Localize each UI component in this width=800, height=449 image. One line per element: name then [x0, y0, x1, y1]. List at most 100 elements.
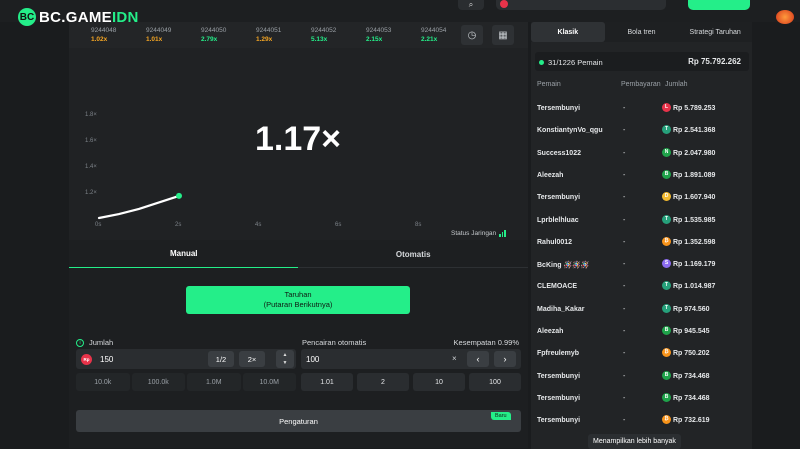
- player-row: Aleezah - B Rp 1.891.089: [531, 164, 752, 186]
- rupiah-icon: Rp: [81, 354, 92, 365]
- player-name: Aleezah: [537, 171, 564, 179]
- player-name: Tersembunyi: [537, 417, 581, 425]
- decrease-button[interactable]: ‹: [467, 351, 489, 367]
- history-item[interactable]: 9244053 2.15x: [344, 26, 399, 44]
- increase-button[interactable]: ›: [494, 351, 516, 367]
- new-badge: Baru: [491, 412, 511, 420]
- players-summary: 31/1226 Pemain Rp 75.792.262: [535, 52, 749, 71]
- player-name: Madiha_Kakar: [537, 305, 585, 313]
- player-row: Tersembunyi - ₿ Rp 732.619: [531, 409, 752, 431]
- y-tick-label: 1.4×: [85, 164, 97, 170]
- auto-cashout-preset-button[interactable]: 10: [413, 373, 465, 391]
- deposit-button[interactable]: [688, 0, 750, 10]
- clear-icon[interactable]: ×: [452, 354, 457, 363]
- history-multiplier: 2.15x: [366, 36, 383, 43]
- curve-end-point: [176, 192, 182, 199]
- x-tick-label: 0s: [95, 222, 101, 228]
- coin-icon: B: [662, 370, 671, 380]
- player-name: CLEMOACE: [537, 283, 578, 291]
- players-table-header: Pemain Pembayaran Jumlah: [531, 81, 752, 91]
- half-button[interactable]: 1/2: [208, 351, 234, 367]
- auto-cashout-preset-button[interactable]: 2: [357, 373, 409, 391]
- amount-input[interactable]: Rp 150 1/2 2× ▲ ▼: [76, 349, 296, 369]
- player-row: KonstiantynVo_qgu - T Rp 2.541.368: [531, 119, 752, 141]
- history-round-id: 9244048: [91, 27, 117, 34]
- x-tick-label: 4s: [255, 222, 261, 228]
- player-name: Lprblelhluac: [537, 216, 579, 224]
- tab-klasik[interactable]: Klasik: [531, 22, 605, 42]
- amount-preset-button[interactable]: 10.0M: [242, 373, 296, 391]
- app-root: ⌕ BC BC.GAMEIDN 9244048 1.02x 9244049 1.01x…: [0, 0, 800, 449]
- crash-chart: 1.8× 1.6× 1.4× 1.2× 0s 2s 4s 6s 8s 1.17×: [69, 48, 528, 240]
- auto-cashout-presets: 1.01 2 10 100: [301, 373, 521, 391]
- chevron-up-icon[interactable]: ▲: [283, 352, 288, 358]
- player-row: Madiha_Kakar - T Rp 974.560: [531, 298, 752, 320]
- players-tabs: Klasik Bola tren Strategi Taruhan: [531, 22, 752, 42]
- player-amount: Rp 734.468: [673, 394, 710, 402]
- clock-icon: ◷: [467, 29, 477, 41]
- amount-value[interactable]: 150: [100, 355, 113, 364]
- auto-cashout-preset-button[interactable]: 100: [469, 373, 521, 391]
- tab-bola-tren[interactable]: Bola tren: [605, 22, 679, 42]
- amount-preset-button[interactable]: 100.0k: [131, 373, 185, 391]
- wallet-balance[interactable]: [496, 0, 666, 10]
- site-logo[interactable]: BC BC.GAMEIDN: [18, 8, 139, 26]
- amount-stepper[interactable]: ▲ ▼: [276, 350, 294, 368]
- player-name: Tersembunyi: [537, 372, 581, 380]
- tab-manual[interactable]: Manual: [69, 240, 299, 268]
- player-amount: Rp 1.535.985: [673, 216, 716, 224]
- network-status-label: Status Jaringan: [451, 230, 497, 237]
- player-amount: Rp 732.619: [673, 417, 710, 425]
- y-tick-label: 1.2×: [85, 190, 97, 196]
- player-amount: Rp 734.468: [673, 372, 710, 380]
- logo-icon: BC: [18, 8, 36, 26]
- bet-button[interactable]: Taruhan (Putaran Berikutnya): [186, 286, 410, 314]
- player-amount: Rp 5.789.253: [673, 105, 716, 112]
- amount-preset-button[interactable]: 1.0M: [187, 373, 241, 391]
- total-bet: Rp 75.792.262: [688, 57, 741, 66]
- amount-preset-button[interactable]: 10.0k: [76, 373, 130, 391]
- history-item[interactable]: 9244049 1.01x: [124, 26, 179, 44]
- tab-auto[interactable]: Otomatis: [299, 240, 529, 268]
- double-button[interactable]: 2×: [239, 351, 265, 367]
- player-amount: Rp 1.352.598: [673, 238, 716, 246]
- players-panel: Klasik Bola tren Strategi Taruhan 31/1226 …: [531, 22, 752, 449]
- player-payout: -: [623, 105, 626, 112]
- history-grid-button[interactable]: ▦: [492, 25, 514, 45]
- history-item[interactable]: 9244052 5.13x: [289, 26, 344, 44]
- avatar[interactable]: [776, 10, 794, 24]
- show-more-button[interactable]: Menampilkan lebih banyak: [588, 434, 681, 449]
- settings-button[interactable]: Pengaturan: [76, 410, 521, 432]
- player-row: Lprblelhluac - T Rp 1.535.985: [531, 209, 752, 231]
- y-tick-label: 1.6×: [85, 138, 97, 144]
- auto-cashout-preset-button[interactable]: 1.01: [301, 373, 353, 391]
- history-item[interactable]: 9244048 1.02x: [69, 26, 124, 44]
- player-row: Aleezah - B Rp 945.545: [531, 320, 752, 342]
- player-amount: Rp 945.545: [673, 328, 710, 335]
- search-button[interactable]: ⌕: [458, 0, 484, 10]
- history-round-id: 9244051: [256, 27, 282, 34]
- logo-text: BC.GAMEIDN: [39, 9, 139, 26]
- player-payout: -: [623, 283, 626, 291]
- history-item[interactable]: 9244050 2.79x: [179, 26, 234, 44]
- history-round-id: 9244049: [146, 27, 172, 34]
- x-tick-label: 2s: [175, 222, 181, 228]
- x-tick-label: 8s: [415, 222, 421, 228]
- info-icon[interactable]: i: [76, 338, 84, 347]
- history-item[interactable]: 9244051 1.29x: [234, 26, 289, 44]
- player-name: KonstiantynVo_qgu: [537, 127, 603, 135]
- auto-cashout-input[interactable]: 100 × ‹ ›: [301, 349, 521, 369]
- win-chance-label: Kesempatan 0.99%: [453, 338, 519, 347]
- chevron-down-icon[interactable]: ▼: [283, 360, 288, 366]
- coin-icon: L: [662, 103, 671, 112]
- history-item[interactable]: 9244054 2.21x: [399, 26, 454, 44]
- player-row: Rahul0012 - ₿ Rp 1.352.598: [531, 231, 752, 253]
- tab-strategi-taruhan[interactable]: Strategi Taruhan: [678, 22, 752, 42]
- logo-text-main: BC.GAME: [39, 8, 112, 26]
- auto-cashout-value[interactable]: 100: [306, 355, 319, 364]
- coin-icon: ₿: [662, 236, 671, 246]
- player-row: Fpfreulemyb - ₿ Rp 750.202: [531, 342, 752, 364]
- history-multiplier: 2.21x: [421, 36, 438, 43]
- history-clock-button[interactable]: ◷: [461, 25, 483, 45]
- player-payout: -: [623, 417, 626, 425]
